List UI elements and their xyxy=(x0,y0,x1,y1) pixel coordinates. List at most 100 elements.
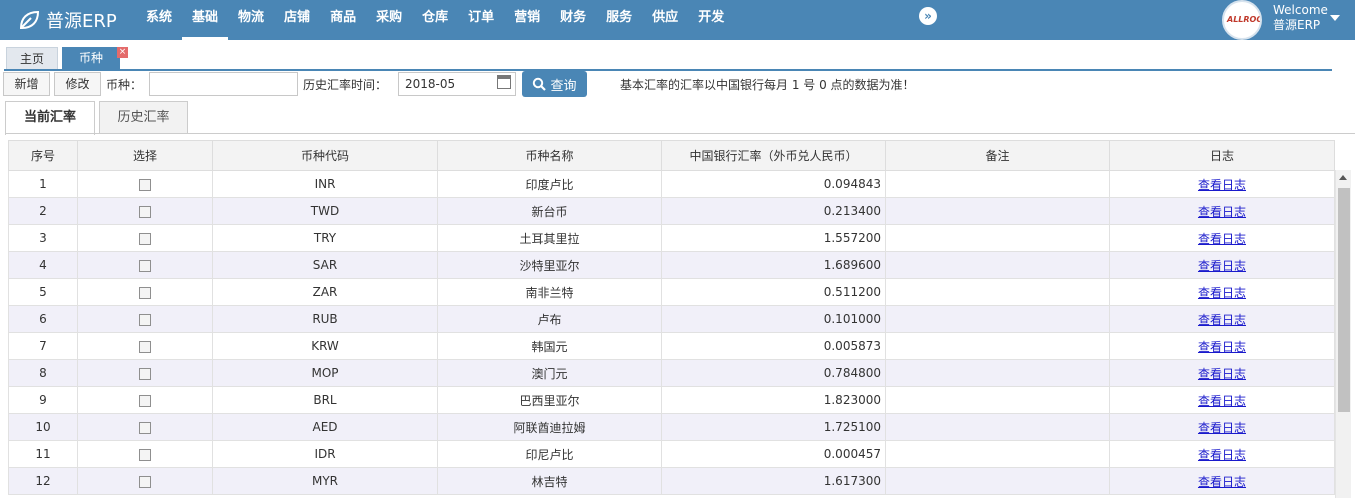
select-checkbox[interactable] xyxy=(139,394,151,407)
currency-code: RUB xyxy=(212,305,438,333)
nav-item[interactable]: 商品 xyxy=(320,0,366,40)
select-checkbox[interactable] xyxy=(139,286,151,299)
tab-currency[interactable]: 币种 xyxy=(62,47,120,69)
view-log-link[interactable]: 查看日志 xyxy=(1198,394,1246,408)
avatar[interactable]: ALLROOT xyxy=(1222,0,1262,40)
log-cell: 查看日志 xyxy=(1109,197,1335,225)
exchange-rate: 0.005873 xyxy=(661,332,886,360)
view-log-link[interactable]: 查看日志 xyxy=(1198,232,1246,246)
nav-item[interactable]: 订单 xyxy=(458,0,504,40)
column-header: 币种代码 xyxy=(212,140,438,171)
welcome-label: Welcome xyxy=(1273,3,1328,17)
scroll-up-icon[interactable] xyxy=(1339,175,1347,180)
vertical-scrollbar[interactable] xyxy=(1335,170,1351,498)
table-row[interactable]: 12 MYR 林吉特 1.617300 查看日志 xyxy=(8,467,1335,495)
app-logo[interactable]: 普源ERP xyxy=(18,8,117,32)
currency-label: 币种： xyxy=(106,78,143,92)
chevron-down-icon[interactable] xyxy=(1330,15,1340,21)
currency-code: MOP xyxy=(212,359,438,387)
table-row[interactable]: 2 TWD 新台币 0.213400 查看日志 xyxy=(8,197,1335,225)
currency-input[interactable] xyxy=(149,72,298,96)
nav-item[interactable]: 系统 xyxy=(136,0,182,40)
view-log-link[interactable]: 查看日志 xyxy=(1198,259,1246,273)
currency-name: 沙特里亚尔 xyxy=(437,251,662,279)
table-row[interactable]: 9 BRL 巴西里亚尔 1.823000 查看日志 xyxy=(8,386,1335,414)
select-checkbox[interactable] xyxy=(139,448,151,461)
table-row[interactable]: 1 INR 印度卢比 0.094843 查看日志 xyxy=(8,170,1335,198)
select-checkbox[interactable] xyxy=(139,340,151,353)
view-log-link[interactable]: 查看日志 xyxy=(1198,367,1246,381)
leaf-icon xyxy=(19,10,40,29)
view-log-link[interactable]: 查看日志 xyxy=(1198,313,1246,327)
view-log-link[interactable]: 查看日志 xyxy=(1198,205,1246,219)
row-number: 9 xyxy=(8,386,78,414)
currency-name: 阿联酋迪拉姆 xyxy=(437,413,662,441)
view-log-link[interactable]: 查看日志 xyxy=(1198,448,1246,462)
select-cell xyxy=(77,413,213,441)
select-checkbox[interactable] xyxy=(139,421,151,434)
tab-home[interactable]: 主页 xyxy=(6,47,58,69)
nav-item[interactable]: 基础 xyxy=(182,0,229,40)
select-checkbox[interactable] xyxy=(139,178,151,191)
select-cell xyxy=(77,332,213,360)
select-checkbox[interactable] xyxy=(139,232,151,245)
log-cell: 查看日志 xyxy=(1109,170,1335,198)
select-checkbox[interactable] xyxy=(139,475,151,488)
exchange-rate: 0.784800 xyxy=(661,359,886,387)
currency-name: 韩国元 xyxy=(437,332,662,360)
select-cell xyxy=(77,386,213,414)
select-checkbox[interactable] xyxy=(139,313,151,326)
view-log-link[interactable]: 查看日志 xyxy=(1198,475,1246,489)
table-row[interactable]: 8 MOP 澳门元 0.784800 查看日志 xyxy=(8,359,1335,387)
user-welcome[interactable]: Welcome 普源ERP xyxy=(1273,3,1328,33)
column-header: 选择 xyxy=(77,140,213,171)
log-cell: 查看日志 xyxy=(1109,305,1335,333)
table-row[interactable]: 6 RUB 卢布 0.101000 查看日志 xyxy=(8,305,1335,333)
table-row[interactable]: 7 KRW 韩国元 0.005873 查看日志 xyxy=(8,332,1335,360)
currency-name: 巴西里亚尔 xyxy=(437,386,662,414)
currency-code: ZAR xyxy=(212,278,438,306)
nav-item[interactable]: 营销 xyxy=(504,0,550,40)
nav-item[interactable]: 物流 xyxy=(228,0,274,40)
currency-name: 印度卢比 xyxy=(437,170,662,198)
table-row[interactable]: 10 AED 阿联酋迪拉姆 1.725100 查看日志 xyxy=(8,413,1335,441)
user-name: 普源ERP xyxy=(1273,18,1321,32)
nav-item[interactable]: 店铺 xyxy=(274,0,320,40)
calendar-icon[interactable] xyxy=(497,75,511,89)
currency-name: 土耳其里拉 xyxy=(437,224,662,252)
table-row[interactable]: 3 TRY 土耳其里拉 1.557200 查看日志 xyxy=(8,224,1335,252)
select-checkbox[interactable] xyxy=(139,259,151,272)
nav-item[interactable]: 采购 xyxy=(366,0,412,40)
view-log-link[interactable]: 查看日志 xyxy=(1198,286,1246,300)
view-log-link[interactable]: 查看日志 xyxy=(1198,178,1246,192)
select-cell xyxy=(77,251,213,279)
nav-item[interactable]: 服务 xyxy=(596,0,642,40)
select-checkbox[interactable] xyxy=(139,205,151,218)
remark xyxy=(885,251,1110,279)
table-row[interactable]: 4 SAR 沙特里亚尔 1.689600 查看日志 xyxy=(8,251,1335,279)
main-nav: 系统 基础 物流 店铺 商品 采购 仓库 订单 营销 财务 服务 供应 开发 xyxy=(136,0,734,40)
nav-item[interactable]: 财务 xyxy=(550,0,596,40)
tab-current-rate[interactable]: 当前汇率 xyxy=(5,101,95,135)
nav-item[interactable]: 仓库 xyxy=(412,0,458,40)
scrollbar-thumb[interactable] xyxy=(1338,188,1350,412)
remark xyxy=(885,197,1110,225)
close-tab-icon[interactable]: × xyxy=(117,47,128,58)
query-button[interactable]: 查询 xyxy=(522,71,587,97)
currency-name: 卢布 xyxy=(437,305,662,333)
view-log-link[interactable]: 查看日志 xyxy=(1198,340,1246,354)
tab-history-rate[interactable]: 历史汇率 xyxy=(99,101,188,134)
nav-item[interactable]: 供应 xyxy=(642,0,688,40)
select-checkbox[interactable] xyxy=(139,367,151,380)
row-number: 11 xyxy=(8,440,78,468)
view-log-link[interactable]: 查看日志 xyxy=(1198,421,1246,435)
row-number: 7 xyxy=(8,332,78,360)
add-button[interactable]: 新增 xyxy=(3,72,50,96)
edit-button[interactable]: 修改 xyxy=(54,72,101,96)
row-number: 3 xyxy=(8,224,78,252)
nav-item[interactable]: 开发 xyxy=(688,0,734,40)
expand-nav-icon[interactable]: » xyxy=(919,7,937,25)
table-row[interactable]: 11 IDR 印尼卢比 0.000457 查看日志 xyxy=(8,440,1335,468)
exchange-rate: 0.213400 xyxy=(661,197,886,225)
table-row[interactable]: 5 ZAR 南非兰特 0.511200 查看日志 xyxy=(8,278,1335,306)
